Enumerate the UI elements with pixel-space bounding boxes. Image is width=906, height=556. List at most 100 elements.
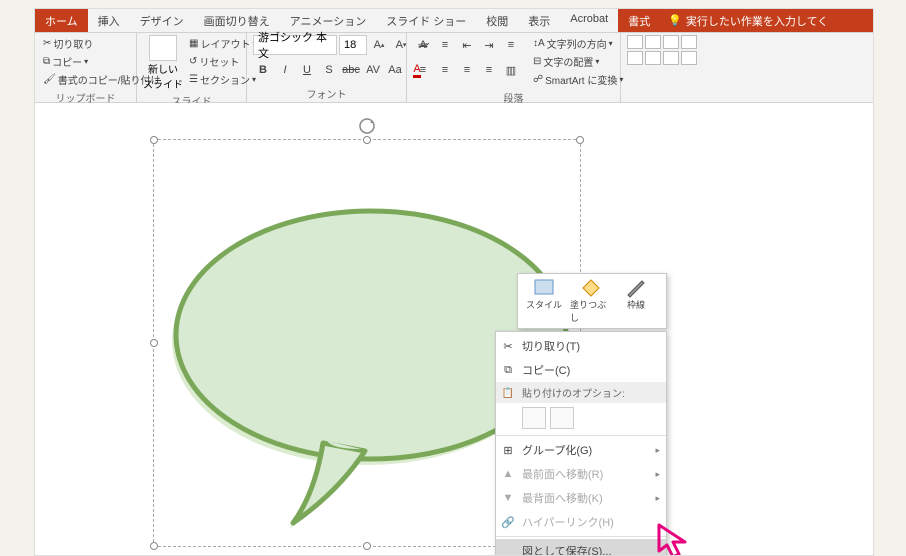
change-case-button[interactable]: Aa bbox=[385, 60, 405, 80]
align-center-button[interactable]: ≡ bbox=[435, 60, 455, 80]
paste-option-2[interactable] bbox=[550, 407, 574, 429]
group-icon: ⊞ bbox=[500, 442, 516, 458]
new-slide-button[interactable]: 新しい スライド bbox=[143, 35, 183, 91]
resize-handle[interactable] bbox=[363, 136, 371, 144]
slide[interactable] bbox=[51, 119, 801, 555]
tab-format[interactable]: 書式 bbox=[618, 9, 660, 32]
slide-canvas[interactable]: スタイル 塗りつぶし 枠線 ✂ 切り取り(T) ⧉ コピー(C) 📋 bbox=[35, 103, 873, 555]
send-back-icon: ▼ bbox=[500, 490, 516, 506]
text-direction-button[interactable]: ↕A文字列の方向▾ bbox=[531, 35, 625, 52]
lightbulb-icon: 💡 bbox=[668, 14, 682, 27]
copy-icon: ⧉ bbox=[500, 362, 516, 378]
tab-design[interactable]: デザイン bbox=[130, 9, 194, 32]
shape-cell[interactable] bbox=[645, 51, 661, 65]
justify-button[interactable]: ≡ bbox=[479, 60, 499, 80]
chevron-down-icon: ▾ bbox=[84, 57, 88, 66]
copy-icon: ⧉ bbox=[43, 56, 50, 67]
increase-indent-button[interactable]: ⇥ bbox=[479, 35, 499, 55]
bold-button[interactable]: B bbox=[253, 60, 273, 80]
numbering-button[interactable]: ≡ bbox=[435, 35, 455, 55]
style-button[interactable]: スタイル bbox=[524, 278, 564, 324]
link-icon: 🔗 bbox=[500, 514, 516, 530]
menu-save-as-picture[interactable]: 図として保存(S)... bbox=[496, 539, 666, 555]
decrease-indent-button[interactable]: ⇤ bbox=[457, 35, 477, 55]
paste-options-row bbox=[496, 403, 666, 433]
bucket-icon bbox=[579, 278, 601, 298]
new-slide-icon bbox=[149, 35, 177, 61]
scissors-icon: ✂ bbox=[500, 338, 516, 354]
separator bbox=[496, 435, 666, 436]
ribbon-tabs: ホーム 挿入 デザイン 画面切り替え アニメーション スライド ショー 校閲 表… bbox=[35, 9, 873, 33]
tab-slideshow[interactable]: スライド ショー bbox=[376, 9, 476, 32]
align-text-icon: ⊟ bbox=[533, 56, 541, 67]
shadow-button[interactable]: S bbox=[319, 60, 339, 80]
context-menu: ✂ 切り取り(T) ⧉ コピー(C) 📋 貼り付けのオプション: ⊞ グループ化… bbox=[495, 331, 667, 555]
rotate-handle-icon[interactable] bbox=[358, 117, 376, 135]
smartart-icon: ☍ bbox=[533, 74, 543, 85]
tell-me-placeholder: 実行したい作業を入力してく bbox=[686, 13, 828, 29]
group-drawing bbox=[621, 33, 703, 102]
pen-icon bbox=[625, 278, 647, 298]
shape-cell[interactable] bbox=[681, 35, 697, 49]
menu-bring-front: ▲ 最前面へ移動(R) ▸ bbox=[496, 462, 666, 486]
bullets-button[interactable]: ≔ bbox=[413, 35, 433, 55]
shape-cell[interactable] bbox=[627, 35, 643, 49]
shapes-gallery[interactable] bbox=[627, 35, 697, 65]
fill-button[interactable]: 塗りつぶし bbox=[570, 278, 610, 324]
smartart-button[interactable]: ☍SmartArt に変換▾ bbox=[531, 71, 625, 88]
tell-me-search[interactable]: 💡 実行したい作業を入力してく bbox=[660, 9, 873, 32]
strikethrough-button[interactable]: abc bbox=[341, 60, 361, 80]
powerpoint-window: ホーム 挿入 デザイン 画面切り替え アニメーション スライド ショー 校閲 表… bbox=[34, 8, 874, 556]
paste-options-header: 📋 貼り付けのオプション: bbox=[496, 382, 666, 403]
chevron-right-icon: ▸ bbox=[655, 445, 660, 456]
underline-button[interactable]: U bbox=[297, 60, 317, 80]
group-font: 游ゴシック 本文 18 A▴ A▾ A̷ B I U S abc AV Aa A bbox=[247, 33, 407, 102]
align-left-button[interactable]: ≡ bbox=[413, 60, 433, 80]
tab-home[interactable]: ホーム bbox=[35, 9, 88, 32]
text-direction-icon: ↕A bbox=[533, 38, 545, 49]
tab-acrobat[interactable]: Acrobat bbox=[560, 9, 618, 32]
line-spacing-button[interactable]: ≡ bbox=[501, 35, 521, 55]
bring-front-icon: ▲ bbox=[500, 466, 516, 482]
font-name-select[interactable]: 游ゴシック 本文 bbox=[253, 35, 337, 55]
align-right-button[interactable]: ≡ bbox=[457, 60, 477, 80]
char-spacing-button[interactable]: AV bbox=[363, 60, 383, 80]
shape-cell[interactable] bbox=[663, 51, 679, 65]
mini-toolbar: スタイル 塗りつぶし 枠線 bbox=[517, 273, 667, 329]
group-paragraph: ≔ ≡ ⇤ ⇥ ≡ ≡ ≡ ≡ ≡ ▥ ↕A文字列の方向▾ bbox=[407, 33, 621, 102]
resize-handle[interactable] bbox=[150, 136, 158, 144]
shape-cell[interactable] bbox=[663, 35, 679, 49]
tab-view[interactable]: 表示 bbox=[518, 9, 560, 32]
font-size-select[interactable]: 18 bbox=[339, 35, 367, 55]
menu-cut[interactable]: ✂ 切り取り(T) bbox=[496, 334, 666, 358]
brush-icon: 🖌 bbox=[43, 74, 56, 85]
resize-handle[interactable] bbox=[150, 542, 158, 550]
reset-icon: ↺ bbox=[189, 56, 197, 67]
align-text-button[interactable]: ⊟文字の配置▾ bbox=[531, 53, 625, 70]
increase-font-button[interactable]: A▴ bbox=[369, 35, 389, 55]
italic-button[interactable]: I bbox=[275, 60, 295, 80]
chevron-right-icon: ▸ bbox=[655, 493, 660, 504]
group-label-font: フォント bbox=[253, 84, 400, 101]
shape-cell[interactable] bbox=[627, 51, 643, 65]
clipboard-icon: 📋 bbox=[500, 385, 516, 401]
shape-cell[interactable] bbox=[681, 51, 697, 65]
shape-cell[interactable] bbox=[645, 35, 661, 49]
scissors-icon: ✂ bbox=[43, 38, 51, 49]
outline-button[interactable]: 枠線 bbox=[616, 278, 656, 324]
resize-handle[interactable] bbox=[150, 339, 158, 347]
menu-send-back: ▼ 最背面へ移動(K) ▸ bbox=[496, 486, 666, 510]
tab-review[interactable]: 校閲 bbox=[476, 9, 518, 32]
columns-button[interactable]: ▥ bbox=[501, 60, 521, 80]
section-icon: ☰ bbox=[189, 74, 198, 85]
menu-copy[interactable]: ⧉ コピー(C) bbox=[496, 358, 666, 382]
chevron-right-icon: ▸ bbox=[655, 469, 660, 480]
resize-handle[interactable] bbox=[576, 136, 584, 144]
layout-icon: ▦ bbox=[189, 38, 198, 49]
separator bbox=[496, 536, 666, 537]
tab-insert[interactable]: 挿入 bbox=[88, 9, 130, 32]
paste-option-1[interactable] bbox=[522, 407, 546, 429]
group-slides: 新しい スライド ▦レイアウト▾ ↺リセット ☰セクション▾ スライド bbox=[137, 33, 247, 102]
menu-hyperlink: 🔗 ハイパーリンク(H) bbox=[496, 510, 666, 534]
menu-group[interactable]: ⊞ グループ化(G) ▸ bbox=[496, 438, 666, 462]
